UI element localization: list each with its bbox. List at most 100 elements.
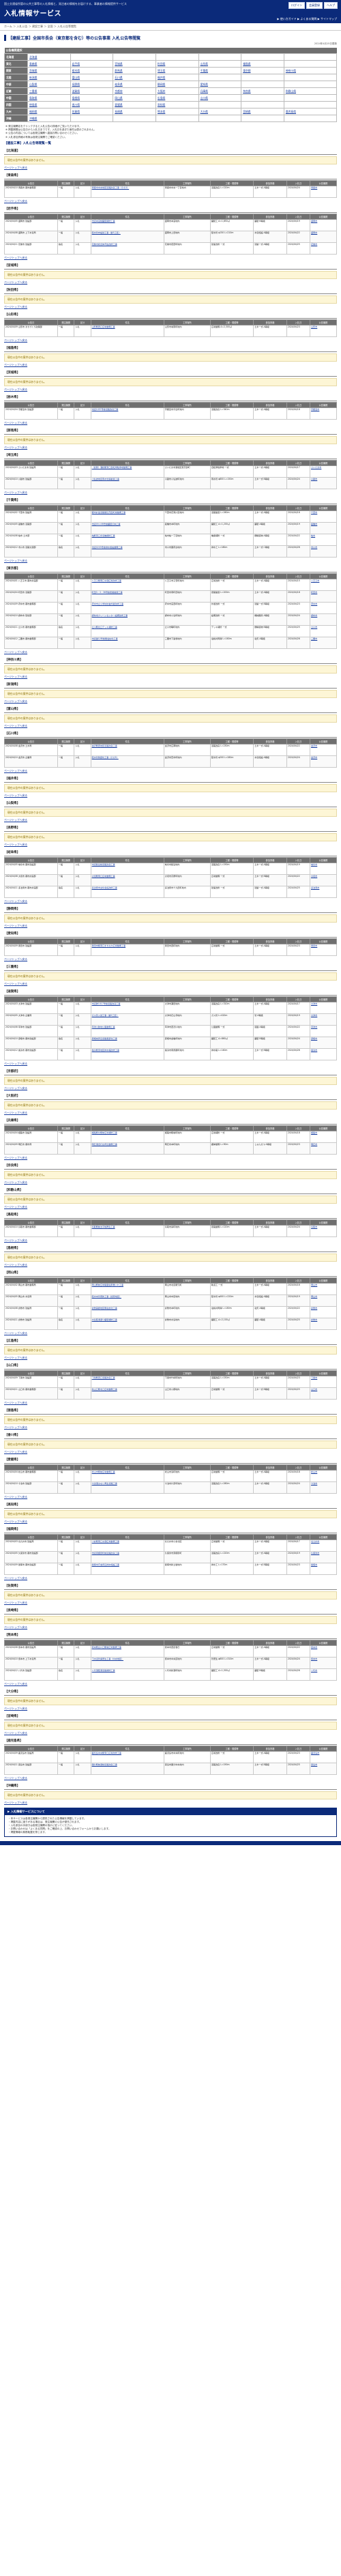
notice-title-link[interactable]: 市道1057号線道路改良工事 xyxy=(92,408,119,411)
page-top-link[interactable]: ページトップへ戻る xyxy=(4,421,337,425)
page-top-link[interactable]: ページトップへ戻る xyxy=(4,559,337,563)
agency-link[interactable]: 飯塚市 xyxy=(311,1563,317,1566)
notice-title-link[interactable]: 新山口駅北口広場整備工事 xyxy=(92,1388,117,1391)
agency-link[interactable]: 多治見市 xyxy=(311,886,319,889)
page-top-link[interactable]: ページトップへ戻る xyxy=(4,256,337,260)
page-top-link[interactable]: ページトップへ戻る xyxy=(4,491,337,495)
agency-link[interactable]: 川越市 xyxy=(311,478,317,480)
page-top-link[interactable]: ページトップへ戻る xyxy=(4,446,337,450)
agency-link[interactable]: 八代市 xyxy=(311,1669,317,1672)
agency-link[interactable]: 彦根市 xyxy=(311,1037,317,1040)
agency-link[interactable]: 八王子市 xyxy=(311,579,319,582)
pref-link[interactable]: 宮城県 xyxy=(115,62,122,66)
page-top-link[interactable]: ページトップへ戻る xyxy=(4,1156,337,1160)
page-top-link[interactable]: ページトップへ戻る xyxy=(4,1520,337,1524)
agency-link[interactable]: 倉敷市 xyxy=(311,1318,317,1321)
page-top-link[interactable]: ページトップへ戻る xyxy=(4,1401,337,1405)
page-top-link[interactable]: ページトップへ戻る xyxy=(4,899,337,903)
agency-link[interactable]: さいたま市 xyxy=(311,466,321,469)
agency-link[interactable]: 明石市 xyxy=(311,1143,317,1146)
notice-title-link[interactable]: 八代港臨港道路補修工事 xyxy=(92,1669,115,1672)
agency-link[interactable]: 船橋市 xyxy=(311,523,317,525)
agency-link[interactable]: 柏市 xyxy=(311,534,315,537)
breadcrumb[interactable]: ホーム ＞ 入札公告 ＞ 建設工事 ＞ 全国 ＞ 入札公告等閲覧 xyxy=(0,23,341,31)
pref-link[interactable]: 香川県 xyxy=(72,103,80,106)
page-top-link[interactable]: ページトップへ戻る xyxy=(4,982,337,986)
notice-title-link[interactable]: 花巻市総合体育館改修工事 xyxy=(92,243,117,246)
page-top-link[interactable]: ページトップへ戻る xyxy=(4,1062,337,1066)
page-top-link[interactable]: ページトップへ戻る xyxy=(4,1426,337,1430)
notice-title-link[interactable]: 市道本宮線舗装補修工事 xyxy=(92,220,115,222)
page-top-link[interactable]: ページトップへ戻る xyxy=(4,699,337,704)
pref-link[interactable]: 滋賀県 xyxy=(72,89,80,93)
agency-link[interactable]: 熊本市 xyxy=(311,1646,317,1649)
page-top-link[interactable]: ページトップへ戻る xyxy=(4,1450,337,1454)
page-top-link[interactable]: ページトップへ戻る xyxy=(4,1625,337,1630)
page-top-link[interactable]: ページトップへ戻る xyxy=(4,1239,337,1243)
notice-title-link[interactable]: 鳥取駅前太平線再生工事 xyxy=(92,1226,115,1228)
pref-link[interactable]: 岡山県 xyxy=(115,96,122,100)
pref-link[interactable]: 神奈川県 xyxy=(286,69,296,72)
pref-link[interactable]: 京都府 xyxy=(115,89,122,93)
agency-link[interactable]: 宇都宮市 xyxy=(311,408,319,411)
notice-title-link[interactable]: 姫路駅北駅前広場補修工事 xyxy=(92,1131,117,1134)
pref-link[interactable]: 埼玉県 xyxy=(158,69,165,72)
agency-link[interactable]: 豊田市 xyxy=(311,944,317,947)
page-top-link[interactable]: ページトップへ戻る xyxy=(4,1111,337,1115)
agency-link[interactable]: 久留米市 xyxy=(311,1552,319,1554)
agency-link[interactable]: 金沢市 xyxy=(311,756,317,759)
page-top-link[interactable]: ページトップへ戻る xyxy=(4,338,337,343)
agency-link[interactable]: 金沢市 xyxy=(311,744,317,747)
notice-title-link[interactable]: 鹿児島中央駅東口広場改修工事 xyxy=(92,1752,121,1754)
page-top-link[interactable]: ページトップへ戻る xyxy=(4,843,337,847)
pref-link[interactable]: 島根県 xyxy=(72,96,80,100)
pref-link[interactable]: 大阪府 xyxy=(158,89,165,93)
notice-title-link[interactable]: 今治港みなと再生道路工事 xyxy=(92,1482,117,1485)
notice-title-link[interactable]: ガス管入替工事（第2工区） xyxy=(92,1014,119,1017)
pref-link[interactable]: 佐賀県 xyxy=(72,110,80,113)
page-top-link[interactable]: ページトップへ戻る xyxy=(4,1356,337,1360)
notice-title-link[interactable]: 国分駅前通線道路改良工事 xyxy=(92,1763,117,1766)
page-top-link[interactable]: ページトップへ戻る xyxy=(4,650,337,654)
page-top-link[interactable]: ページトップへ戻る xyxy=(4,769,337,773)
notice-title-link[interactable]: 府中市立小学校校舎外壁改修工事 xyxy=(92,603,123,605)
agency-link[interactable]: 草津市 xyxy=(311,1026,317,1028)
page-top-link[interactable]: ページトップへ戻る xyxy=(4,280,337,285)
notice-title-link[interactable]: 多治見市文化会館改修工事 xyxy=(92,886,117,889)
notice-title-link[interactable]: 町田3・3・36号線街路築造工事 xyxy=(92,591,123,594)
agency-link[interactable]: 千葉市 xyxy=(311,511,317,514)
agency-link[interactable]: 盛岡市 xyxy=(311,231,317,234)
notice-title-link[interactable]: 配水本管更新工事（旭東地区） xyxy=(92,1295,121,1298)
notice-title-link[interactable]: 下水道管渠更生工事（中央地区） xyxy=(92,1658,123,1660)
agency-link[interactable]: 倉敷市 xyxy=(311,1307,317,1309)
page-top-link[interactable]: ページトップへ戻る xyxy=(4,1576,337,1580)
page-top-link[interactable]: ページトップへ戻る xyxy=(4,388,337,392)
pref-link[interactable]: 広島県 xyxy=(158,96,165,100)
pref-link[interactable]: 愛知県 xyxy=(201,83,208,86)
agency-link[interactable]: 姫路市 xyxy=(311,1131,317,1134)
pref-link[interactable]: 沖縄県 xyxy=(29,117,37,120)
pref-link[interactable]: 岐阜県 xyxy=(115,83,122,86)
page-top-link[interactable]: ページトップへ戻る xyxy=(4,305,337,309)
notice-title-link[interactable]: 市道0203号線排水施設整備工事 xyxy=(92,546,123,549)
agency-link[interactable]: 北九州市 xyxy=(311,1540,319,1543)
agency-link[interactable]: 花巻市 xyxy=(311,243,317,246)
notice-title-link[interactable]: 熊本駅白川口駅前広場整備工事 xyxy=(92,1646,121,1649)
notice-title-link[interactable]: 彦根城周辺道路美装化工事 xyxy=(92,1037,117,1040)
pref-link[interactable]: 山形県 xyxy=(201,62,208,66)
notice-title-link[interactable]: 飯塚市庁舎周辺排水施設工事 xyxy=(92,1563,119,1566)
page-top-link[interactable]: ページトップへ戻る xyxy=(4,1682,337,1686)
pref-link[interactable]: 鹿児島県 xyxy=(286,110,296,113)
notice-title-link[interactable]: 明石港旧灯台周辺整備工事 xyxy=(92,1143,117,1146)
pref-link[interactable]: 青森県 xyxy=(29,62,37,66)
pref-link[interactable]: 愛媛県 xyxy=(115,103,122,106)
agency-link[interactable]: 岡山市 xyxy=(311,1295,317,1298)
notice-title-link[interactable]: 水島臨海通り舗装補修工事 xyxy=(92,1318,117,1321)
page-top-link[interactable]: ページトップへ戻る xyxy=(4,199,337,203)
page-top-link[interactable]: ページトップへ戻る xyxy=(4,1776,337,1780)
pref-link[interactable]: 宮崎県 xyxy=(243,110,250,113)
page-top-link[interactable]: ページトップへ戻る xyxy=(4,924,337,928)
page-top-link[interactable]: ページトップへ戻る xyxy=(4,1263,337,1267)
page-top-link[interactable]: ページトップへ戻る xyxy=(4,724,337,728)
help-button[interactable]: ヘルプ xyxy=(324,2,338,9)
